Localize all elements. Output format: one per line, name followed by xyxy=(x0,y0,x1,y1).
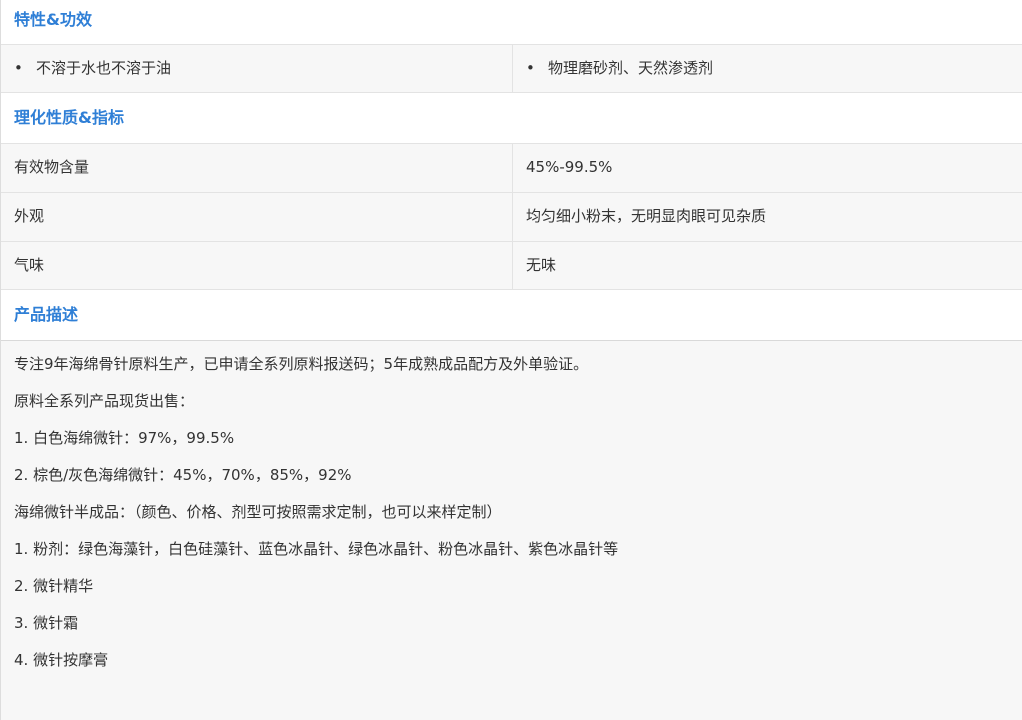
description-line: 海绵微针半成品：（颜色、价格、剂型可按照需求定制，也可以来样定制） xyxy=(14,503,502,521)
property-value: 无味 xyxy=(526,256,557,274)
product-spec-page: 特性&功效 • 不溶于水也不溶于油 • 物理磨砂剂、天然渗透剂 理化性质&指标 有效… xyxy=(0,0,1022,720)
description-line: 2. 微针精华 xyxy=(14,577,94,595)
feature-item: • 物理磨砂剂、天然渗透剂 xyxy=(513,45,1022,92)
feature-text: 不溶于水也不溶于油 xyxy=(36,59,172,77)
property-label: 有效物含量 xyxy=(1,144,513,192)
property-value: 45%-99.5% xyxy=(526,158,613,176)
features-row: • 不溶于水也不溶于油 • 物理磨砂剂、天然渗透剂 xyxy=(1,44,1022,93)
property-value: 均匀细小粉末，无明显肉眼可见杂质 xyxy=(526,207,767,225)
description-line: 3. 微针霜 xyxy=(14,614,79,632)
description-line: 1. 白色海绵微针：97%，99.5% xyxy=(14,429,235,447)
property-label: 外观 xyxy=(1,193,513,241)
description-line: 原料全系列产品现货出售： xyxy=(14,392,195,410)
description-line: 专注9年海绵骨针原料生产，已申请全系列原料报送码；5年成熟成品配方及外单验证。 xyxy=(14,355,589,373)
property-label: 气味 xyxy=(1,242,513,289)
properties-heading: 理化性质&指标 xyxy=(1,93,1022,143)
bullet-icon: • xyxy=(526,59,535,77)
description-body: 专注9年海绵骨针原料生产，已申请全系列原料报送码；5年成熟成品配方及外单验证。 … xyxy=(1,340,1022,720)
bullet-icon: • xyxy=(14,59,23,77)
feature-text: 物理磨砂剂、天然渗透剂 xyxy=(548,59,714,77)
description-line: 1. 粉剂：绿色海藻针，白色硅藻针、蓝色冰晶针、绿色冰晶针、粉色冰晶针、紫色冰晶… xyxy=(14,540,619,558)
property-row-appearance: 外观 均匀细小粉末，无明显肉眼可见杂质 xyxy=(1,192,1022,241)
property-row-content: 有效物含量 45%-99.5% xyxy=(1,143,1022,192)
description-line: 2. 棕色/灰色海绵微针：45%，70%，85%，92% xyxy=(14,466,352,484)
description-line: 4. 微针按摩膏 xyxy=(14,651,109,669)
description-heading: 产品描述 xyxy=(1,290,1022,340)
features-heading: 特性&功效 xyxy=(1,0,1022,44)
feature-item: • 不溶于水也不溶于油 xyxy=(1,45,513,92)
property-row-odor: 气味 无味 xyxy=(1,241,1022,290)
